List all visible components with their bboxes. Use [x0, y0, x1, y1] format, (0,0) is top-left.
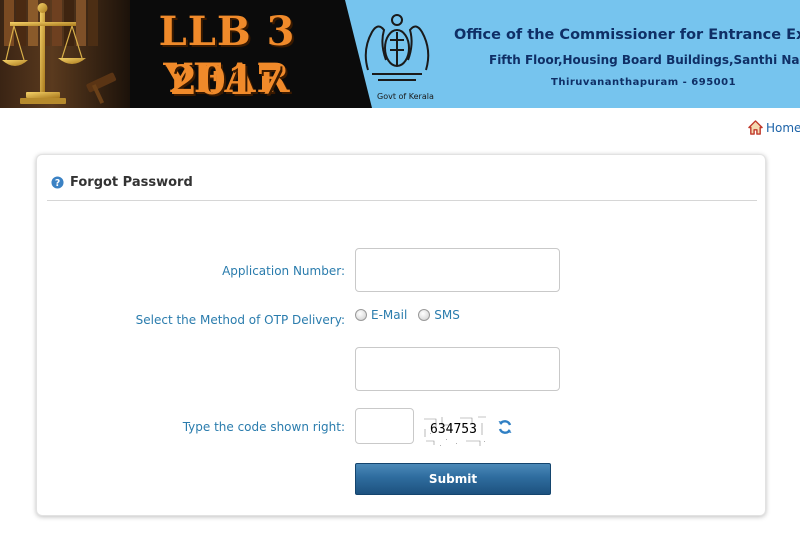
panel-title: Forgot Password — [70, 175, 193, 190]
kerala-emblem-icon — [364, 14, 430, 81]
submit-button[interactable]: Submit — [355, 463, 551, 495]
emblem-caption: Govt of Kerala — [377, 92, 434, 101]
email-radio[interactable] — [355, 309, 367, 321]
application-number-label: Application Number: — [222, 264, 345, 278]
email-radio-label[interactable]: E-Mail — [371, 308, 407, 322]
header-banner: LLB 3 YEAR 2017 Govt of Kerala Office of… — [0, 0, 800, 108]
panel-heading: ? Forgot Password — [51, 175, 193, 190]
home-icon — [748, 120, 763, 135]
svg-text:?: ? — [55, 178, 60, 189]
otp-contact-input[interactable] — [355, 347, 560, 391]
panel-divider — [47, 200, 757, 201]
sms-radio-label[interactable]: SMS — [434, 308, 460, 322]
scales-of-justice-icon — [2, 3, 117, 104]
office-address-line2: Thiruvananthapuram - 695001 — [551, 77, 737, 88]
application-number-input[interactable] — [355, 248, 560, 292]
forgot-password-panel: ? Forgot Password Application Number: Se… — [36, 154, 766, 516]
home-link[interactable]: Home — [748, 120, 800, 135]
captcha-label: Type the code shown right: — [182, 420, 345, 434]
sms-radio[interactable] — [418, 309, 431, 321]
captcha-input[interactable] — [355, 408, 414, 444]
office-address-line1: Fifth Floor,Housing Board Buildings,Sant… — [489, 53, 800, 67]
question-icon: ? — [51, 176, 64, 189]
refresh-icon[interactable] — [497, 419, 513, 435]
banner-title-line2: 2017 — [169, 57, 285, 104]
captcha-code: 634753 — [430, 422, 477, 437]
office-title: Office of the Commissioner for Entrance … — [454, 27, 800, 43]
home-link-label: Home — [766, 120, 800, 135]
otp-method-label: Select the Method of OTP Delivery: — [135, 313, 345, 327]
otp-method-radio-group: E-Mail SMS — [355, 308, 460, 322]
